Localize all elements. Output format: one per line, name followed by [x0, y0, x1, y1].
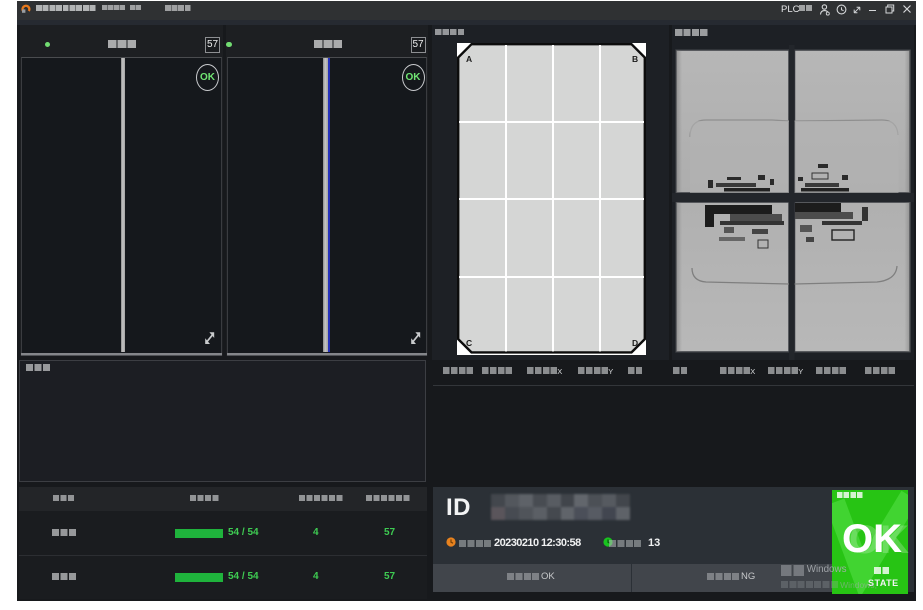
svg-text:B: B: [632, 54, 638, 64]
svg-text:A: A: [466, 54, 472, 64]
svg-text:C: C: [466, 338, 472, 348]
svg-text:D: D: [632, 338, 638, 348]
